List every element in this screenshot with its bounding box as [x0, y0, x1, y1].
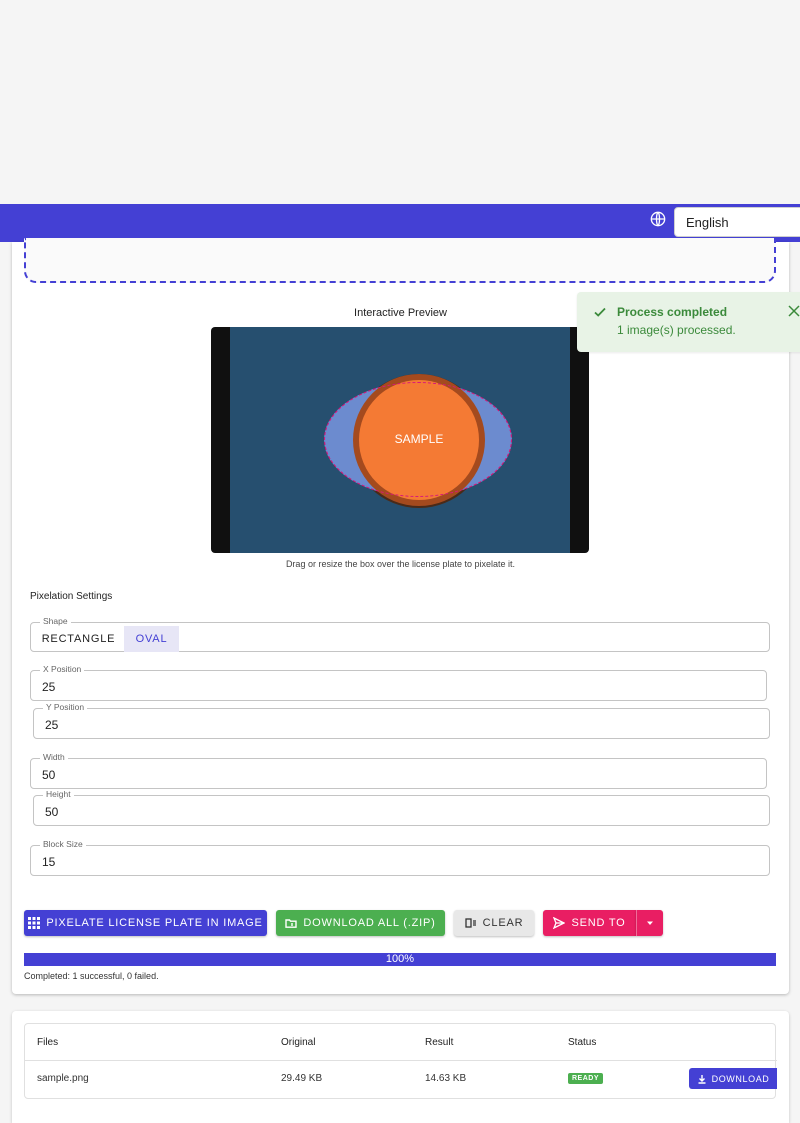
grid-icon — [28, 917, 41, 929]
completion-summary: Completed: 1 successful, 0 failed. — [24, 971, 159, 981]
shape-oval-option[interactable]: OVAL — [124, 626, 179, 652]
x-position-value[interactable]: 25 — [42, 680, 55, 694]
width-field[interactable]: Width 50 — [30, 752, 767, 789]
preview-hint: Drag or resize the box over the license … — [285, 559, 516, 569]
y-position-field[interactable]: Y Position 25 — [33, 702, 770, 739]
header-result: Result — [425, 1037, 454, 1048]
clear-label: CLEAR — [482, 917, 524, 929]
download-all-label: DOWNLOAD ALL (.ZIP) — [303, 917, 436, 929]
globe-icon[interactable] — [650, 211, 666, 227]
language-select[interactable]: English — [674, 207, 800, 237]
send-to-dropdown-button[interactable] — [636, 910, 663, 936]
pixelate-button-label: PIXELATE LICENSE PLATE IN IMAGE — [46, 917, 263, 929]
x-position-label: X Position — [40, 664, 85, 674]
header-original: Original — [281, 1037, 316, 1048]
block-size-field[interactable]: Block Size 15 — [30, 839, 770, 876]
pixelate-button[interactable]: PIXELATE LICENSE PLATE IN IMAGE — [24, 910, 267, 936]
height-value[interactable]: 50 — [45, 805, 58, 819]
toast-title: Process completed — [617, 305, 728, 319]
send-to-label: SEND TO — [571, 917, 626, 929]
clear-list-icon — [465, 918, 476, 928]
send-to-button[interactable]: SEND TO — [543, 910, 636, 936]
clear-button[interactable]: CLEAR — [454, 910, 534, 936]
success-toast: Process completed 1 image(s) processed. — [577, 292, 800, 352]
status-badge: READY — [568, 1073, 604, 1084]
download-label: DOWNLOAD — [711, 1073, 770, 1084]
close-icon[interactable] — [787, 304, 800, 318]
upload-dropzone[interactable] — [24, 238, 776, 283]
mask-outline[interactable] — [324, 382, 512, 497]
shape-rectangle-option[interactable]: RECTANGLE — [33, 626, 124, 652]
send-icon — [553, 917, 566, 929]
cell-result: 14.63 KB — [425, 1073, 467, 1084]
header-status: Status — [568, 1037, 597, 1048]
toast-message: 1 image(s) processed. — [617, 323, 736, 337]
preview-image: SAMPLE — [230, 327, 570, 553]
y-position-value[interactable]: 25 — [45, 718, 58, 732]
block-size-label: Block Size — [40, 839, 86, 849]
header-files: Files — [37, 1037, 59, 1048]
pixelate-card: Interactive Preview SAMPLE Drag or resiz… — [12, 238, 789, 994]
cell-file: sample.png — [37, 1073, 89, 1084]
height-field[interactable]: Height 50 — [33, 789, 770, 826]
caret-down-icon — [647, 921, 653, 925]
download-button[interactable]: DOWNLOAD — [689, 1068, 777, 1089]
width-value[interactable]: 50 — [42, 768, 55, 782]
progress-bar: 100% — [24, 953, 776, 966]
progress-percent: 100% — [385, 953, 415, 965]
table-header-divider — [25, 1060, 777, 1061]
block-size-value[interactable]: 15 — [42, 855, 55, 869]
shape-label: Shape — [40, 616, 71, 626]
x-position-field[interactable]: X Position 25 — [30, 664, 767, 701]
shape-toggle-group: Shape RECTANGLE OVAL — [30, 616, 770, 652]
check-icon — [594, 307, 606, 317]
cell-original: 29.49 KB — [281, 1073, 323, 1084]
height-label: Height — [43, 789, 74, 799]
settings-title: Pixelation Settings — [30, 591, 113, 602]
y-position-label: Y Position — [43, 702, 88, 712]
width-label: Width — [40, 752, 68, 762]
interactive-preview[interactable]: SAMPLE — [211, 327, 589, 553]
files-table: Files Original Result Status sample.png … — [24, 1023, 777, 1099]
folder-zip-icon — [285, 919, 298, 928]
download-icon — [698, 1074, 706, 1084]
download-all-button[interactable]: DOWNLOAD ALL (.ZIP) — [276, 910, 445, 936]
files-card: Files Original Result Status sample.png … — [12, 1011, 789, 1123]
